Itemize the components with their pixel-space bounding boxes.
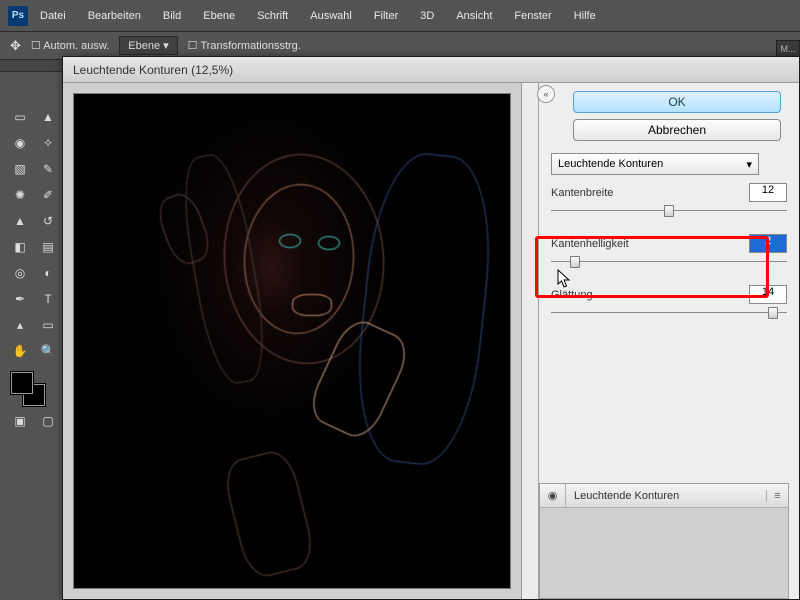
move-tool[interactable]: ▲ xyxy=(36,106,60,128)
param-kantenhelligkeit-slider[interactable] xyxy=(551,255,787,269)
filter-dialog-window: Leuchtende Konturen (12,5%) xyxy=(62,56,800,600)
layer-mode-select[interactable]: Ebene ▾ xyxy=(119,36,177,55)
transform-controls-checkbox[interactable]: ☐ Transformationsstrg. xyxy=(188,39,301,52)
menu-datei[interactable]: Datei xyxy=(30,6,76,26)
param-kantenhelligkeit: Kantenhelligkeit 2 xyxy=(551,234,787,253)
blur-tool[interactable]: ◎ xyxy=(8,262,32,284)
brush-tool[interactable]: ✐ xyxy=(36,184,60,206)
preview-vscroll[interactable] xyxy=(521,83,538,599)
lasso-tool[interactable]: ◉ xyxy=(8,132,32,154)
filter-name-select[interactable]: Leuchtende Konturen ▾ xyxy=(551,153,759,175)
gradient-tool[interactable]: ▤ xyxy=(36,236,60,258)
screenmode-toggle[interactable]: ▢ xyxy=(36,410,60,432)
menu-3d[interactable]: 3D xyxy=(410,6,444,26)
menu-auswahl[interactable]: Auswahl xyxy=(300,6,362,26)
menu-ansicht[interactable]: Ansicht xyxy=(446,6,502,26)
path-select-tool[interactable]: ▴ xyxy=(8,314,32,336)
menu-fenster[interactable]: Fenster xyxy=(504,6,561,26)
param-kantenbreite-label: Kantenbreite xyxy=(551,187,613,199)
app-logo: Ps xyxy=(8,6,28,26)
param-glaettung-label: Glättung xyxy=(551,289,593,301)
zoom-tool[interactable]: 🔍 xyxy=(36,340,60,362)
ok-button[interactable]: OK xyxy=(573,91,781,113)
shape-tool[interactable]: ▭ xyxy=(36,314,60,336)
filter-name-label: Leuchtende Konturen xyxy=(558,158,663,170)
crop-tool[interactable]: ▧ xyxy=(8,158,32,180)
param-glaettung-slider[interactable] xyxy=(551,306,787,320)
menu-hilfe[interactable]: Hilfe xyxy=(564,6,606,26)
tools-panel: ▭ ▲ ◉ ✧ ▧ ✎ ✺ ✐ ▲ ↺ ◧ ▤ ◎ ◐ ✒ T ▴ ▭ ✋ 🔍 … xyxy=(4,102,60,436)
fg-color-swatch[interactable] xyxy=(11,372,33,394)
window-title: Leuchtende Konturen (12,5%) xyxy=(63,57,799,83)
chevron-down-icon: ▾ xyxy=(746,158,752,171)
eyedropper-tool[interactable]: ✎ xyxy=(36,158,60,180)
menu-schrift[interactable]: Schrift xyxy=(247,6,298,26)
menu-bearbeiten[interactable]: Bearbeiten xyxy=(78,6,151,26)
menubar: Ps Datei Bearbeiten Bild Ebene Schrift A… xyxy=(0,0,800,32)
param-kantenhelligkeit-label: Kantenhelligkeit xyxy=(551,238,629,250)
healing-tool[interactable]: ✺ xyxy=(8,184,32,206)
menu-filter[interactable]: Filter xyxy=(364,6,408,26)
move-tool-icon: ✥ xyxy=(10,38,21,54)
stamp-tool[interactable]: ▲ xyxy=(8,210,32,232)
hand-tool[interactable]: ✋ xyxy=(8,340,32,362)
filter-controls-pane: « OK Abbrechen Leuchtende Konturen ▾ Kan… xyxy=(538,83,799,599)
effect-layers-panel: ◉ Leuchtende Konturen ≡ xyxy=(539,483,789,599)
cancel-button[interactable]: Abbrechen xyxy=(573,119,781,141)
dodge-tool[interactable]: ◐ xyxy=(36,262,60,284)
quick-select-tool[interactable]: ✧ xyxy=(36,132,60,154)
filter-preview[interactable] xyxy=(73,93,511,589)
pen-tool[interactable]: ✒ xyxy=(8,288,32,310)
param-kantenbreite: Kantenbreite 12 xyxy=(551,183,787,202)
history-brush-tool[interactable]: ↺ xyxy=(36,210,60,232)
type-tool[interactable]: T xyxy=(36,288,60,310)
marquee-tool[interactable]: ▭ xyxy=(8,106,32,128)
effect-layers-body xyxy=(540,508,788,598)
menu-ebene[interactable]: Ebene xyxy=(193,6,245,26)
panel-menu-icon[interactable]: ≡ xyxy=(766,490,788,502)
param-kantenbreite-value[interactable]: 12 xyxy=(749,183,787,202)
auto-select-checkbox[interactable]: ☐ Autom. ausw. xyxy=(31,39,109,52)
param-kantenhelligkeit-value[interactable]: 2 xyxy=(749,234,787,253)
quickmask-toggle[interactable]: ▣ xyxy=(8,410,32,432)
effect-layer-name[interactable]: Leuchtende Konturen xyxy=(566,490,687,502)
param-glaettung: Glättung 14 xyxy=(551,285,787,304)
menu-bild[interactable]: Bild xyxy=(153,6,191,26)
eraser-tool[interactable]: ◧ xyxy=(8,236,32,258)
visibility-eye-icon[interactable]: ◉ xyxy=(540,484,566,508)
color-swatches[interactable] xyxy=(8,372,60,406)
param-kantenbreite-slider[interactable] xyxy=(551,204,787,218)
collapse-controls-icon[interactable]: « xyxy=(537,85,555,103)
param-glaettung-value[interactable]: 14 xyxy=(749,285,787,304)
